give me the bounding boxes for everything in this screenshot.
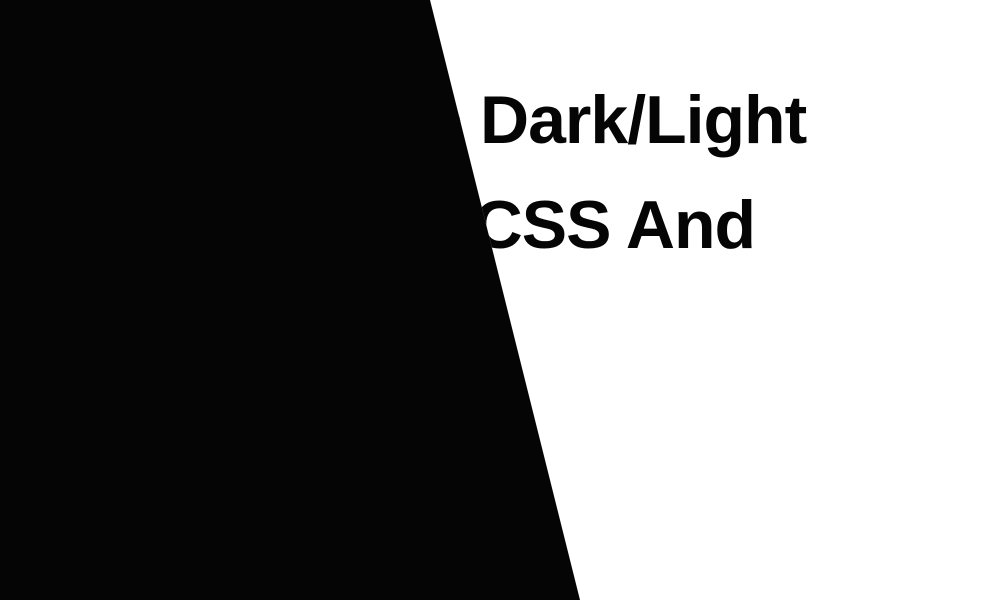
- hero-container: How To Use Dark/Light Mode using CSS And…: [0, 0, 1000, 600]
